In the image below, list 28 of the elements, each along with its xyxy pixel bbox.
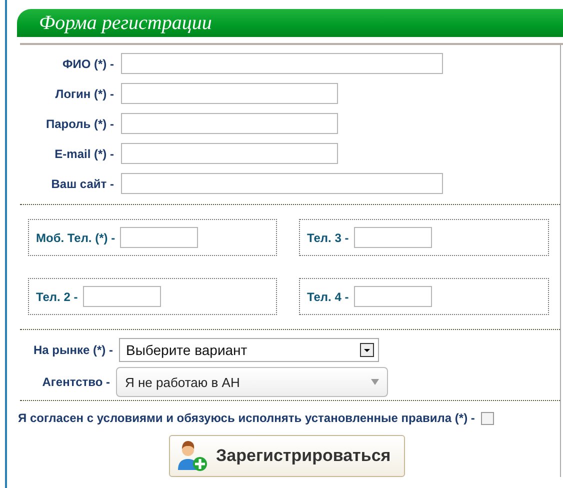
select-label: Агентство - bbox=[41, 375, 110, 389]
input-field[interactable] bbox=[121, 113, 338, 134]
dropdown-arrow-icon bbox=[371, 379, 379, 385]
checkbox[interactable] bbox=[480, 412, 494, 424]
phone-label: Тел. 3 - bbox=[307, 230, 349, 244]
input-field[interactable] bbox=[121, 83, 338, 104]
agreement-label: Я согласен с условиями и обязуюсь исполнять установленные правила (*) - bbox=[18, 411, 475, 425]
field-label: Логин (*) - bbox=[54, 86, 114, 100]
dropdown[interactable]: Я не работаю в АН bbox=[116, 367, 388, 397]
field-label: Ваш сайт - bbox=[50, 176, 114, 190]
phone-field[interactable] bbox=[354, 227, 432, 248]
phone-field[interactable] bbox=[354, 286, 432, 307]
phone-label: Тел. 2 - bbox=[36, 290, 78, 304]
input-field[interactable] bbox=[121, 53, 443, 74]
phone-field[interactable] bbox=[82, 286, 161, 307]
form-title: Форма регистрации bbox=[39, 12, 212, 34]
dropdown[interactable]: Выберите вариант bbox=[119, 338, 379, 362]
input-field[interactable] bbox=[121, 143, 338, 164]
field-label: Пароль (*) - bbox=[45, 116, 114, 130]
phone-label: Тел. 4 - bbox=[307, 290, 349, 304]
phone-field[interactable] bbox=[120, 227, 198, 248]
user-add-icon bbox=[176, 440, 208, 472]
phone-label: Моб. Тел. (*) - bbox=[36, 230, 116, 244]
select-label: На рынке (*) - bbox=[32, 343, 113, 357]
field-label: E-mail (*) - bbox=[54, 146, 114, 160]
register-button[interactable]: Зарегистрироваться bbox=[169, 435, 405, 477]
field-label: ФИО (*) - bbox=[61, 56, 114, 70]
input-field[interactable] bbox=[121, 173, 443, 194]
